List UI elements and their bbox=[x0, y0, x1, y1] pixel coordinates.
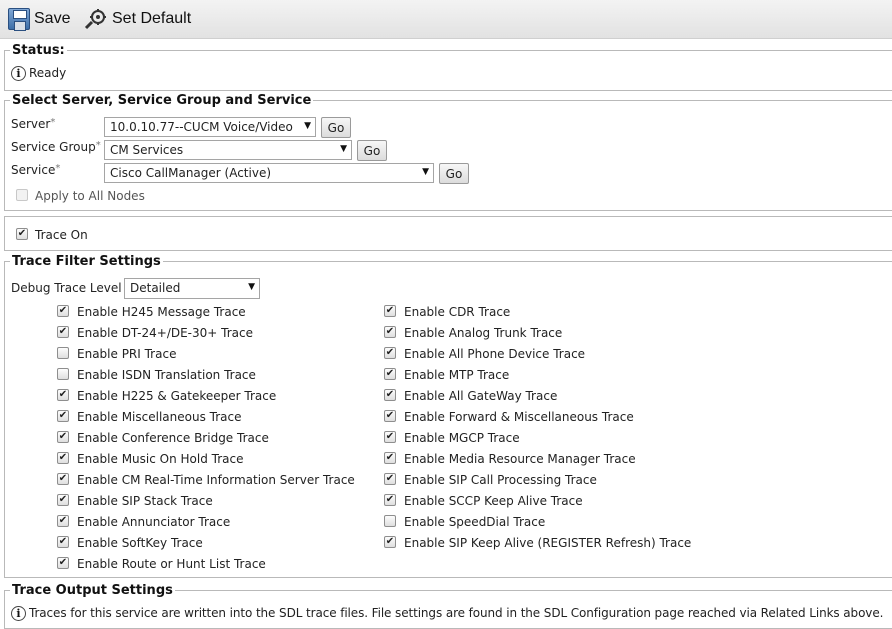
trace-option-label: Enable H225 & Gatekeeper Trace bbox=[77, 389, 277, 403]
set-default-icon bbox=[84, 9, 106, 30]
trace-option-label: Enable SoftKey Trace bbox=[77, 536, 203, 550]
status-section: Status: bbox=[4, 43, 892, 91]
debug-trace-level-label: Debug Trace Level bbox=[11, 281, 122, 295]
apply-all-nodes-label: Apply to All Nodes bbox=[35, 189, 145, 203]
trace-option-checkbox[interactable]: ✔ bbox=[384, 347, 396, 359]
trace-option-checkbox[interactable]: ✔ bbox=[57, 410, 69, 422]
trace-option-checkbox[interactable]: ✔ bbox=[384, 473, 396, 485]
chevron-down-icon: ▼ bbox=[304, 121, 311, 131]
trace-option-checkbox[interactable]: ✔ bbox=[57, 494, 69, 506]
trace-option-checkbox[interactable]: ✔ bbox=[57, 326, 69, 338]
select-service-legend: Select Server, Service Group and Service bbox=[12, 93, 312, 108]
trace-option-checkbox[interactable]: ✔ bbox=[384, 410, 396, 422]
trace-option-label: Enable Analog Trunk Trace bbox=[404, 326, 563, 340]
server-select[interactable]: 10.0.10.77--CUCM Voice/Video ▼ bbox=[104, 117, 316, 137]
debug-trace-level-value: Detailed bbox=[130, 281, 181, 295]
trace-option-checkbox[interactable]: ✔ bbox=[384, 305, 396, 317]
service-select[interactable]: Cisco CallManager (Active) ▼ bbox=[104, 163, 434, 183]
trace-option-label: Enable MGCP Trace bbox=[404, 431, 520, 445]
service-select-value: Cisco CallManager (Active) bbox=[110, 166, 272, 180]
server-label: Server* bbox=[11, 117, 56, 131]
trace-option-label: Enable SIP Stack Trace bbox=[77, 494, 213, 508]
service-label: Service* bbox=[11, 163, 61, 177]
trace-option-label: Enable Media Resource Manager Trace bbox=[404, 452, 636, 466]
trace-option-label: Enable SIP Call Processing Trace bbox=[404, 473, 597, 487]
info-icon: i bbox=[11, 606, 26, 621]
trace-output-legend: Trace Output Settings bbox=[12, 583, 173, 598]
trace-option-label: Enable SpeedDial Trace bbox=[404, 515, 546, 529]
trace-option-label: Enable MTP Trace bbox=[404, 368, 510, 382]
trace-option-label: Enable SCCP Keep Alive Trace bbox=[404, 494, 583, 508]
trace-option-checkbox[interactable]: ✔ bbox=[384, 326, 396, 338]
trace-option-label: Enable PRI Trace bbox=[77, 347, 177, 361]
trace-option-checkbox[interactable]: ✔ bbox=[384, 389, 396, 401]
status-text: Ready bbox=[29, 66, 67, 80]
trace-option-checkbox[interactable]: ✔ bbox=[384, 536, 396, 548]
trace-option-checkbox[interactable]: ✔ bbox=[57, 536, 69, 548]
trace-option-checkbox[interactable]: ✔ bbox=[384, 368, 396, 380]
trace-option-checkbox[interactable]: ✔ bbox=[384, 452, 396, 464]
server-go-button[interactable]: Go bbox=[321, 117, 351, 138]
trace-option-checkbox[interactable]: ✔ bbox=[384, 494, 396, 506]
info-icon: i bbox=[11, 66, 26, 81]
save-icon bbox=[8, 8, 30, 31]
trace-option-checkbox[interactable]: ✔ bbox=[57, 389, 69, 401]
trace-option-label: Enable ISDN Translation Trace bbox=[77, 368, 256, 382]
trace-option-checkbox[interactable]: ✔ bbox=[57, 473, 69, 485]
service-go-button[interactable]: Go bbox=[439, 163, 469, 184]
trace-option-checkbox[interactable] bbox=[57, 347, 69, 359]
service-group-select-value: CM Services bbox=[110, 143, 184, 157]
trace-on-section bbox=[4, 216, 892, 251]
debug-trace-level-select[interactable]: Detailed ▼ bbox=[124, 278, 260, 299]
chevron-down-icon: ▼ bbox=[340, 144, 347, 154]
chevron-down-icon: ▼ bbox=[248, 282, 255, 292]
chevron-down-icon: ▼ bbox=[422, 167, 429, 177]
trace-option-label: Enable Annunciator Trace bbox=[77, 515, 231, 529]
save-label: Save bbox=[34, 10, 71, 27]
set-default-label: Set Default bbox=[112, 10, 192, 27]
trace-option-label: Enable Music On Hold Trace bbox=[77, 452, 244, 466]
status-legend: Status: bbox=[12, 43, 65, 58]
trace-option-checkbox[interactable]: ✔ bbox=[57, 452, 69, 464]
toolbar: Save Set Default bbox=[0, 0, 892, 39]
service-group-select[interactable]: CM Services ▼ bbox=[104, 140, 352, 160]
service-group-go-button[interactable]: Go bbox=[357, 140, 387, 161]
trace-option-checkbox[interactable]: ✔ bbox=[57, 557, 69, 569]
trace-option-checkbox[interactable]: ✔ bbox=[384, 431, 396, 443]
apply-all-nodes-checkbox[interactable] bbox=[16, 189, 28, 201]
trace-option-checkbox[interactable] bbox=[57, 368, 69, 380]
set-default-button[interactable]: Set Default bbox=[84, 7, 191, 31]
trace-option-label: Enable CDR Trace bbox=[404, 305, 511, 319]
trace-option-label: Enable SIP Keep Alive (REGISTER Refresh)… bbox=[404, 536, 692, 550]
trace-filter-legend: Trace Filter Settings bbox=[12, 254, 161, 269]
save-button[interactable]: Save bbox=[8, 7, 70, 31]
trace-option-label: Enable Conference Bridge Trace bbox=[77, 431, 269, 445]
trace-option-label: Enable Forward & Miscellaneous Trace bbox=[404, 410, 634, 424]
trace-option-checkbox[interactable]: ✔ bbox=[57, 515, 69, 527]
trace-option-label: Enable Miscellaneous Trace bbox=[77, 410, 242, 424]
trace-option-checkbox[interactable] bbox=[384, 515, 396, 527]
trace-option-label: Enable All GateWay Trace bbox=[404, 389, 558, 403]
trace-on-label: Trace On bbox=[35, 228, 88, 242]
trace-option-label: Enable CM Real-Time Information Server T… bbox=[77, 473, 355, 487]
trace-option-label: Enable All Phone Device Trace bbox=[404, 347, 586, 361]
trace-option-checkbox[interactable]: ✔ bbox=[57, 431, 69, 443]
trace-option-label: Enable Route or Hunt List Trace bbox=[77, 557, 266, 571]
trace-on-checkbox[interactable]: ✔ bbox=[16, 228, 28, 240]
trace-option-checkbox[interactable]: ✔ bbox=[57, 305, 69, 317]
trace-option-label: Enable DT-24+/DE-30+ Trace bbox=[77, 326, 253, 340]
trace-option-label: Enable H245 Message Trace bbox=[77, 305, 246, 319]
trace-output-info-text: Traces for this service are written into… bbox=[29, 606, 884, 620]
service-group-label: Service Group* bbox=[11, 140, 101, 154]
server-select-value: 10.0.10.77--CUCM Voice/Video bbox=[110, 120, 293, 134]
